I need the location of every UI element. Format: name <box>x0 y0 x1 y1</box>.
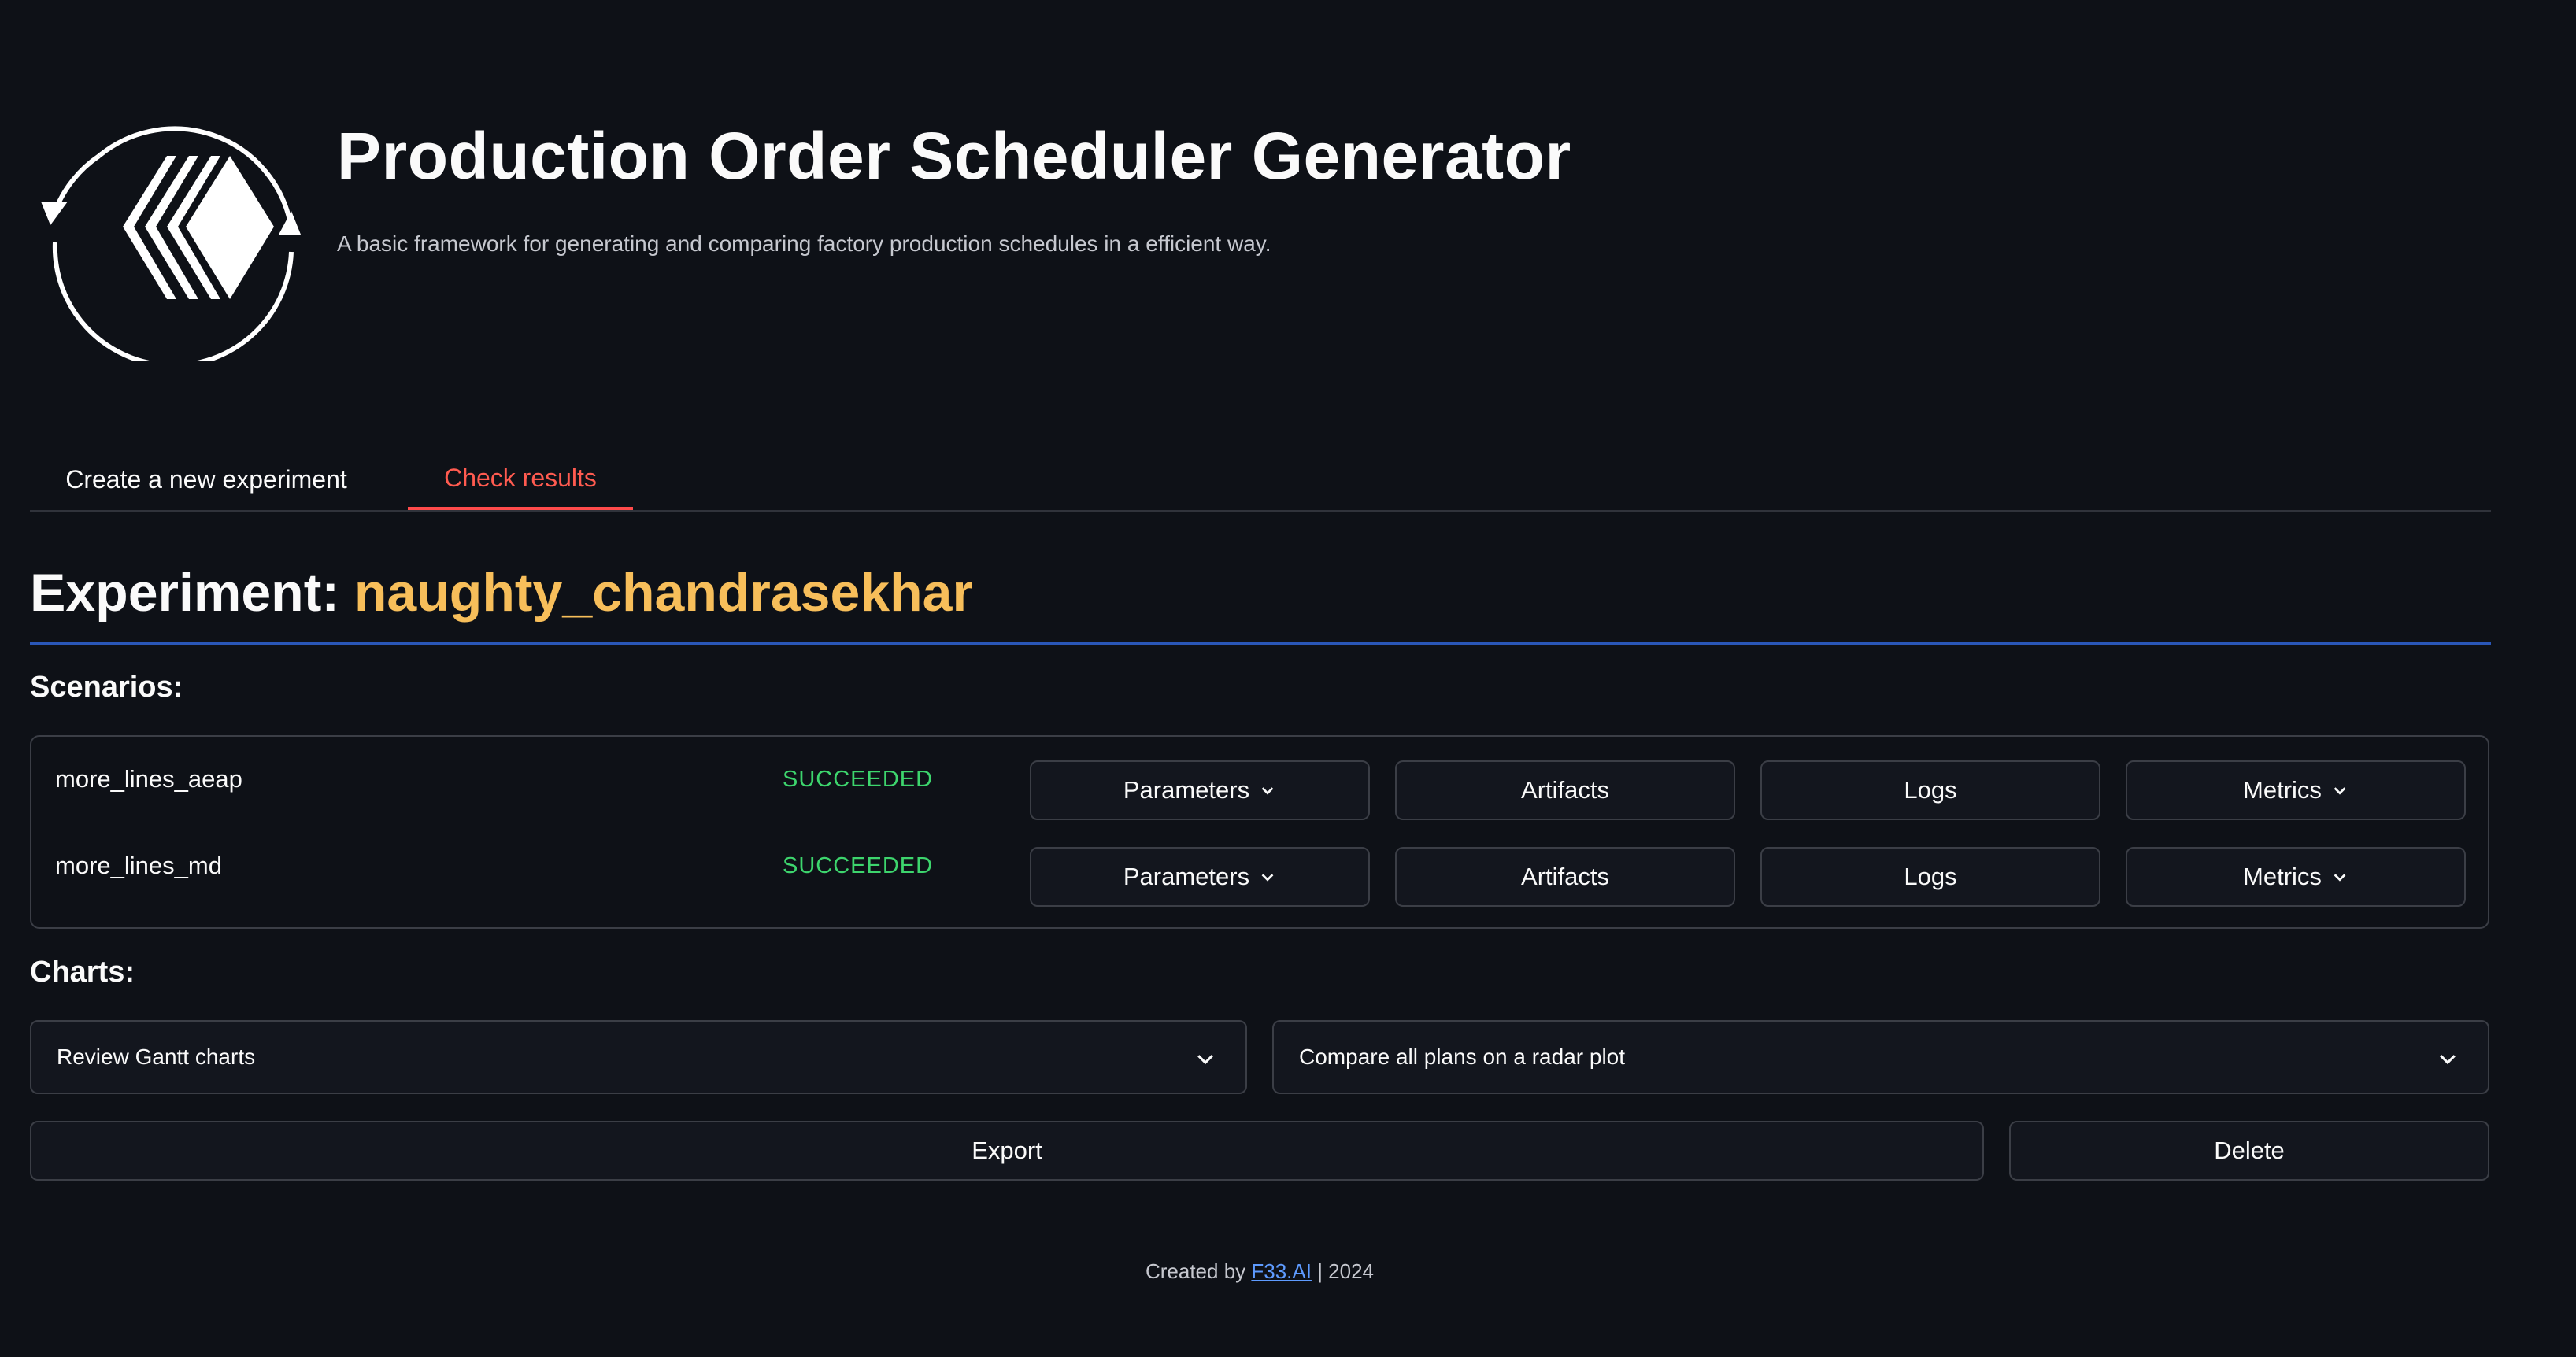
app-logo <box>31 101 307 368</box>
heading-divider <box>30 642 2491 645</box>
parameters-button[interactable]: Parameters <box>1030 847 1370 907</box>
tab-divider <box>30 510 2491 512</box>
chevron-down-icon <box>2334 787 2346 795</box>
export-button[interactable]: Export <box>30 1121 1984 1181</box>
experiment-prefix: Experiment: <box>30 563 354 623</box>
chevron-down-icon <box>1261 874 1274 882</box>
metrics-label: Metrics <box>2243 863 2322 890</box>
status-badge: SUCCEEDED <box>783 853 934 878</box>
tab-create-experiment[interactable]: Create a new experiment <box>30 449 383 510</box>
metrics-button[interactable]: Metrics <box>2126 760 2466 820</box>
parameters-label: Parameters <box>1123 776 1250 804</box>
gantt-select-value: Review Gantt charts <box>57 1045 256 1069</box>
experiment-heading: Experiment: naughty_chandrasekhar <box>30 562 973 623</box>
scenario-name: more_lines_aeap <box>55 765 242 793</box>
footer-suffix: | 2024 <box>1311 1259 1375 1283</box>
footer: Created by F33.AI | 2024 <box>0 1259 2519 1284</box>
delete-button[interactable]: Delete <box>2009 1121 2489 1181</box>
footer-link[interactable]: F33.AI <box>1251 1259 1312 1283</box>
logs-button[interactable]: Logs <box>1760 760 2100 820</box>
chevron-down-icon <box>1261 787 1274 795</box>
logs-button[interactable]: Logs <box>1760 847 2100 907</box>
metrics-label: Metrics <box>2243 776 2322 804</box>
tab-bar: Create a new experiment Check results <box>30 449 2491 512</box>
gantt-chart-select[interactable]: Review Gantt charts <box>30 1020 1247 1094</box>
scenario-name: more_lines_md <box>55 852 222 879</box>
artifacts-button[interactable]: Artifacts <box>1395 847 1735 907</box>
footer-prefix: Created by <box>1145 1259 1252 1283</box>
tab-check-results[interactable]: Check results <box>408 449 633 510</box>
parameters-label: Parameters <box>1123 863 1250 890</box>
metrics-button[interactable]: Metrics <box>2126 847 2466 907</box>
charts-label: Charts: <box>30 956 135 989</box>
artifacts-button[interactable]: Artifacts <box>1395 760 1735 820</box>
chevron-down-icon <box>1197 1055 1213 1065</box>
page-subtitle: A basic framework for generating and com… <box>337 231 1271 256</box>
scenarios-label: Scenarios: <box>30 671 183 704</box>
page-title: Production Order Scheduler Generator <box>337 119 1571 193</box>
scenarios-card: more_lines_aeap SUCCEEDED Parameters Art… <box>30 735 2489 929</box>
radar-select-value: Compare all plans on a radar plot <box>1299 1045 1626 1069</box>
chevron-down-icon <box>2334 874 2346 882</box>
experiment-name: naughty_chandrasekhar <box>353 563 973 623</box>
status-badge: SUCCEEDED <box>783 767 934 792</box>
parameters-button[interactable]: Parameters <box>1030 760 1370 820</box>
radar-plot-select[interactable]: Compare all plans on a radar plot <box>1272 1020 2489 1094</box>
chevron-down-icon <box>2440 1055 2456 1065</box>
